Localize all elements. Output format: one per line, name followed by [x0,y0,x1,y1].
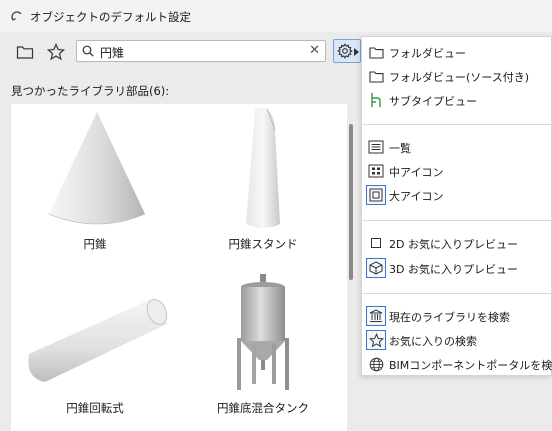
menu-separator [362,124,552,125]
star-icon [47,43,65,61]
cube-icon [366,258,386,278]
menu-item-search-current-library[interactable]: 現在のライブラリを検索 [362,305,552,327]
menu-item-label: フォルダビュー [389,47,466,60]
mixing-tank-thumbnail [237,274,289,390]
menu-item-label: 2D お気に入りプレビュー [389,238,518,251]
menu-item-3d-preview[interactable]: 3D お気に入りプレビュー [362,257,552,279]
item-label: 円錐スタンド [228,237,298,251]
menu-item-subtype-view[interactable]: サブタイプビュー [362,89,552,111]
library-item-cone[interactable]: 円錐 [11,104,179,266]
library-item-cone-rotating[interactable]: 円錐回転式 [11,268,179,430]
menu-item-list[interactable]: 一覧 [362,136,552,158]
cone-stand-thumbnail [246,107,280,228]
menu-item-label: 現在のライブラリを検索 [389,311,510,324]
clear-icon[interactable]: ✕ [309,43,320,58]
folder-button[interactable] [13,40,37,64]
menu-item-label: BIMコンポーネントポータルを検索 [389,359,552,372]
menu-separator [362,220,552,221]
menu-item-label: フォルダビュー(ソース付き) [389,71,530,84]
folder-icon [366,42,386,62]
square-icon [366,233,386,253]
menu-item-large-icons[interactable]: 大アイコン [362,184,552,206]
library-item-cone-bottom-tank[interactable]: 円錐底混合タンク [179,268,347,430]
grid-icon [366,161,386,181]
menu-item-label: 一覧 [389,142,411,155]
app-icon [11,11,22,21]
library-icon [366,306,386,326]
list-icon [366,137,386,157]
menu-item-search-favorites[interactable]: お気に入りの検索 [362,329,552,351]
search-icon [82,45,94,57]
library-item-cone-stand[interactable]: 円錐スタンド [179,104,347,266]
menu-item-2d-preview[interactable]: 2D お気に入りプレビュー [362,232,552,254]
favorites-button[interactable] [44,40,68,64]
menu-item-label: 大アイコン [389,190,444,203]
search-field[interactable]: 円雉 ✕ [76,40,326,62]
results-count-label: 見つかったライブラリ部品(6): [11,84,170,98]
folder-icon [366,66,386,86]
subtype-icon [366,90,386,110]
menu-item-search-bim-portal[interactable]: BIMコンポーネントポータルを検索 [362,353,552,375]
menu-item-label: サブタイプビュー [389,95,477,108]
item-label: 円錐底混合タンク [217,401,309,415]
window-title: オブジェクトのデフォルト設定 [30,10,191,24]
menu-separator [362,293,552,294]
gear-icon [337,43,353,59]
menu-item-folder-view[interactable]: フォルダビュー [362,41,552,63]
folder-icon [16,46,34,59]
view-options-button[interactable] [333,39,361,63]
results-grid: 円錐 円錐スタンド 円錐回転式 円錐底混合タンク [11,104,347,431]
menu-item-label: お気に入りの検索 [389,335,477,348]
menu-item-label: 中アイコン [389,166,444,179]
item-label: 円錐 [83,237,107,251]
menu-item-medium-icons[interactable]: 中アイコン [362,160,552,182]
toolbar: 円雉 ✕ [0,36,362,68]
cone-rotating-thumbnail [28,299,168,382]
search-input[interactable]: 円雉 [100,44,124,61]
large-icon-icon [366,185,386,205]
menu-item-label: 3D お気に入りプレビュー [389,263,518,276]
caret-right-icon [354,48,359,56]
item-label: 円錐回転式 [66,401,124,415]
view-options-menu: フォルダビュー フォルダビュー(ソース付き) サブタイプビュー 一覧 中アイコン… [361,36,552,376]
title-bar: オブジェクトのデフォルト設定 [0,0,552,32]
results-scrollbar[interactable] [349,124,353,280]
globe-icon [366,354,386,374]
star-icon [366,330,386,350]
cone-thumbnail [48,112,146,225]
menu-item-folder-view-source[interactable]: フォルダビュー(ソース付き) [362,65,552,87]
